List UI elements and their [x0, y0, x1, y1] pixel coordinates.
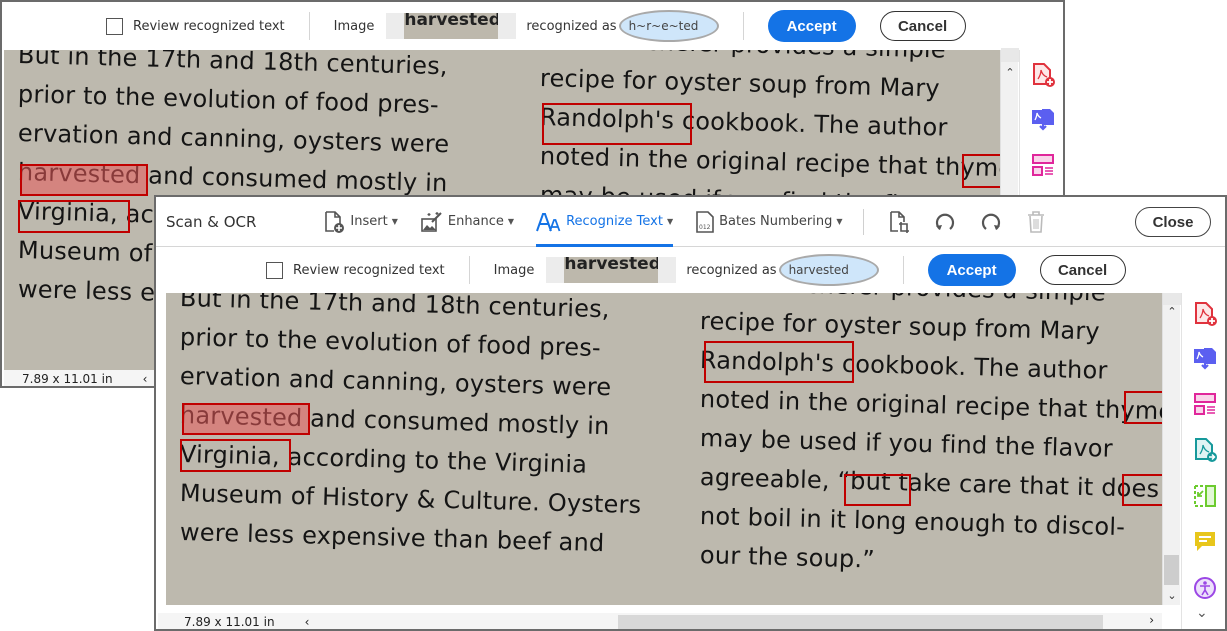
ocr-review-bar: Review recognized text Image harvested r…	[156, 247, 1225, 293]
scroll-right-arrow[interactable]: ›	[1149, 613, 1154, 627]
close-button[interactable]: Close	[1135, 207, 1211, 237]
recognize-text-label: Recognize Text	[566, 214, 663, 229]
divider	[742, 12, 744, 40]
scroll-left-arrow[interactable]: ‹	[305, 615, 310, 629]
divider	[862, 208, 864, 235]
status-bar: 7.89 x 11.01 in ‹ ›	[158, 613, 1162, 629]
chevron-down-icon: ▼	[666, 217, 674, 226]
ocr-review-bar: Review recognized text Image harvested r…	[2, 2, 1063, 50]
cancel-button[interactable]: Cancel	[879, 11, 966, 41]
suspect-box-active[interactable]	[20, 164, 148, 196]
chevron-down-icon: ▼	[391, 217, 398, 226]
scan-ocr-toolbar: Scan & OCR Insert ▼ Enhance ▼ Recognize Te…	[156, 197, 1225, 247]
compress-icon[interactable]	[1192, 483, 1218, 509]
recognized-text-input[interactable]	[628, 19, 709, 33]
status-bar: 7.89 x 11.01 in ‹	[4, 370, 156, 386]
enhance-tool[interactable]: Enhance ▼	[420, 197, 514, 247]
comment-icon[interactable]	[1192, 529, 1218, 555]
review-recognized-text-checkbox[interactable]	[266, 261, 283, 279]
recognized-as-label: recognized as	[526, 18, 617, 34]
chevron-down-icon: ▼	[507, 217, 515, 226]
scroll-up-arrow[interactable]: ⌃	[1163, 305, 1181, 318]
scroll-down-arrow[interactable]: ⌄	[1163, 589, 1181, 602]
page-size-label: 7.89 x 11.01 in	[184, 615, 275, 629]
delete-icon	[1025, 210, 1047, 234]
front-window: Scan & OCR Insert ▼ Enhance ▼ Recognize Te…	[154, 195, 1227, 631]
export-pdf-icon[interactable]	[1192, 345, 1218, 371]
enhance-label: Enhance	[447, 214, 504, 229]
accept-button[interactable]: Accept	[927, 254, 1016, 286]
review-recognized-text-checkbox[interactable]	[106, 17, 123, 35]
accessibility-icon[interactable]	[1192, 575, 1218, 601]
suspect-box[interactable]	[1122, 474, 1162, 506]
bates-numbering-icon: 012	[696, 210, 714, 233]
divider	[902, 256, 904, 284]
accept-button[interactable]: Accept	[767, 10, 856, 42]
right-column: Schefer provides a simple recipe for oys…	[700, 293, 1162, 575]
recognized-text-field[interactable]	[778, 254, 879, 286]
cancel-button[interactable]: Cancel	[1039, 255, 1126, 285]
recognize-text-tool[interactable]: Recognize Text ▼	[536, 197, 674, 247]
export-pdf-icon[interactable]	[1030, 106, 1056, 132]
insert-tool[interactable]: Insert ▼	[322, 197, 398, 247]
suspect-box[interactable]	[18, 200, 130, 233]
image-snippet: harvested	[386, 13, 517, 39]
create-pdf-icon[interactable]	[1192, 301, 1218, 327]
suspect-box[interactable]	[1124, 391, 1162, 424]
image-snippet: harvested	[546, 257, 677, 283]
bates-numbering-label: Bates Numbering	[719, 214, 833, 229]
scroll-up-arrow[interactable]: ⌃	[1001, 66, 1019, 79]
suspect-box[interactable]	[844, 474, 911, 506]
toolbar-title: Scan & OCR	[166, 212, 257, 231]
image-snippet-text: harvested	[564, 257, 659, 283]
insert-label: Insert	[350, 214, 388, 229]
vertical-scrollbar[interactable]: ⌃ ⌄	[1162, 293, 1181, 605]
rotate-left-icon[interactable]	[933, 210, 957, 234]
divider	[308, 12, 310, 40]
image-snippet-text: harvested	[404, 13, 499, 39]
scroll-thumb-top[interactable]	[1001, 48, 1019, 62]
suspect-box[interactable]	[962, 154, 1000, 188]
create-pdf-icon[interactable]	[1030, 62, 1056, 88]
scroll-left-arrow[interactable]: ‹	[143, 372, 148, 386]
recognized-text-input[interactable]	[788, 263, 869, 277]
bates-numbering-tool[interactable]: 012 Bates Numbering ▼	[695, 197, 843, 247]
review-recognized-text-label: Review recognized text	[133, 18, 285, 34]
svg-text:012: 012	[699, 224, 711, 231]
image-label: Image	[493, 262, 535, 278]
image-label: Image	[333, 18, 375, 34]
organize-pages-icon[interactable]	[1192, 391, 1218, 417]
page-size-label: 7.89 x 11.01 in	[22, 372, 113, 386]
right-tools-rail: ⌄	[1181, 293, 1225, 629]
scroll-thumb-top[interactable]	[1163, 293, 1181, 305]
suspect-box[interactable]	[542, 103, 692, 145]
horizontal-scroll-thumb[interactable]	[618, 615, 1103, 629]
insert-page-icon	[325, 210, 345, 233]
suspect-box[interactable]	[704, 341, 854, 383]
scroll-thumb[interactable]	[1164, 555, 1179, 585]
document-page: But in the 17th and 18th centuries, prio…	[166, 293, 1162, 605]
send-pdf-icon[interactable]	[1192, 437, 1218, 463]
enhance-icon	[421, 211, 442, 232]
crop-page-icon[interactable]	[887, 210, 911, 234]
recognized-text-field[interactable]	[618, 10, 719, 42]
rotate-right-icon[interactable]	[979, 210, 1003, 234]
recognize-text-icon	[536, 212, 561, 231]
recognized-as-label: recognized as	[686, 262, 777, 278]
more-tools-chevron-icon[interactable]: ⌄	[1196, 605, 1208, 621]
organize-pages-icon[interactable]	[1030, 152, 1056, 178]
chevron-down-icon: ▼	[836, 217, 843, 226]
divider	[468, 256, 470, 284]
review-recognized-text-label: Review recognized text	[293, 262, 445, 278]
suspect-box[interactable]	[180, 439, 291, 472]
suspect-box-active[interactable]	[182, 403, 310, 435]
